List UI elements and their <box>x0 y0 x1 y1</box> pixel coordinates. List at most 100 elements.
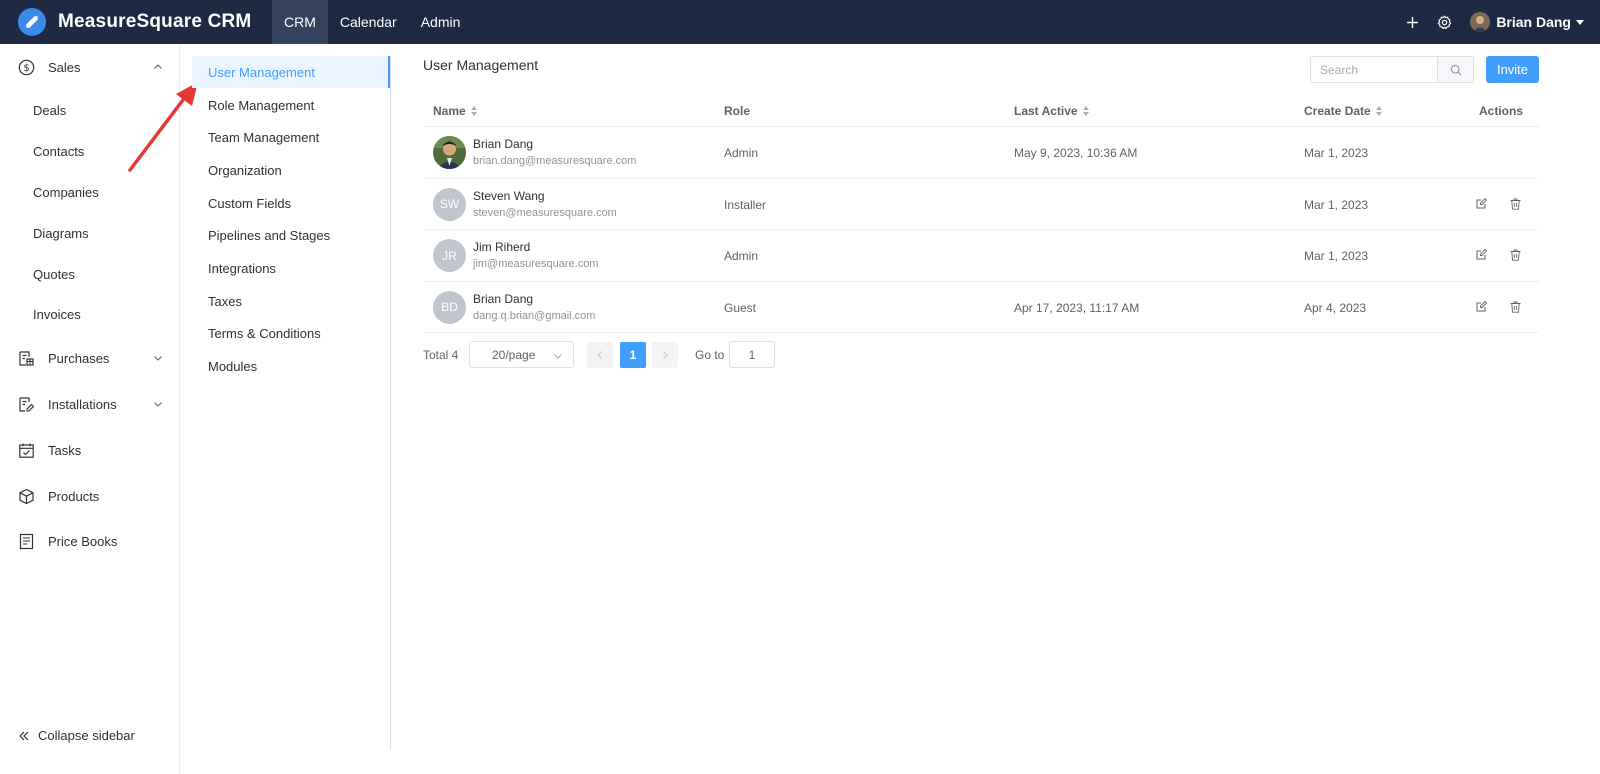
user-create-date: Mar 1, 2023 <box>1304 146 1369 160</box>
box-icon <box>19 488 34 505</box>
user-role: Admin <box>724 146 759 160</box>
edit-icon[interactable] <box>1476 197 1487 209</box>
user-name: Brian Dang <box>473 291 534 306</box>
double-chevron-left-icon <box>19 731 29 740</box>
pagination: Total 4 20/page 1 Go to <box>423 341 823 368</box>
table-row: SW Steven Wang steven@measuresquare.com … <box>423 179 1539 230</box>
search-icon <box>1450 64 1461 75</box>
page-size-select[interactable]: 20/page <box>469 341 574 368</box>
sort-icon[interactable] <box>1375 106 1382 116</box>
user-email: dang.q.brian@gmail.com <box>473 309 596 322</box>
search-input[interactable] <box>1311 57 1437 82</box>
column-header-create-date[interactable]: Create Date <box>1304 104 1382 118</box>
caret-down-icon <box>1576 19 1584 25</box>
top-bar: MeasureSquare CRM CRM Calendar Admin Bri… <box>0 0 1600 44</box>
pagination-total: Total 4 <box>423 348 459 362</box>
user-role: Guest <box>724 300 757 315</box>
sidebar-item-label: Products <box>48 488 100 504</box>
admin-menu-taxes[interactable]: Taxes <box>192 285 390 317</box>
dollar-circle-icon: $ <box>18 59 35 76</box>
column-header-label: Role <box>724 104 751 118</box>
user-avatar <box>1470 12 1491 32</box>
user-name: Steven Wang <box>473 188 545 203</box>
sidebar-item-diagrams[interactable]: Diagrams <box>0 218 180 248</box>
user-menu[interactable]: Brian Dang <box>1470 12 1584 32</box>
app-title: MeasureSquare CRM <box>58 11 252 32</box>
sidebar-item-price-books[interactable]: Price Books <box>0 526 180 556</box>
column-header-label: Name <box>433 104 466 118</box>
user-email: brian.dang@measuresquare.com <box>473 155 637 167</box>
edit-icon[interactable] <box>1476 249 1487 260</box>
goto-page-input[interactable] <box>729 341 775 368</box>
user-create-date: Mar 1, 2023 <box>1304 197 1369 212</box>
column-header-label: Actions <box>1479 104 1524 118</box>
search-button[interactable] <box>1437 57 1473 82</box>
column-header-actions: Actions <box>1479 104 1523 118</box>
admin-menu-modules[interactable]: Modules <box>192 350 390 382</box>
user-role: Admin <box>724 249 759 263</box>
page-size-value: 20/page <box>492 347 536 362</box>
admin-menu-custom-fields[interactable]: Custom Fields <box>192 187 390 219</box>
admin-menu-team-management[interactable]: Team Management <box>192 121 390 153</box>
topnav-calendar[interactable]: Calendar <box>328 0 409 44</box>
table-row: JR Jim Riherd jim@measuresquare.com Admi… <box>423 230 1539 282</box>
admin-menu-user-management[interactable]: User Management <box>192 56 390 88</box>
user-create-date: Apr 4, 2023 <box>1304 300 1367 315</box>
installations-icon <box>19 397 35 412</box>
admin-menu-organization[interactable]: Organization <box>192 154 390 186</box>
admin-menu-terms-conditions[interactable]: Terms & Conditions <box>192 317 390 349</box>
brand[interactable]: MeasureSquare CRM <box>0 0 272 44</box>
column-header-last-active[interactable]: Last Active <box>1014 104 1089 118</box>
edit-icon[interactable] <box>1476 300 1487 312</box>
table-row: BD Brian Dang dang.q.brian@gmail.com Gue… <box>423 282 1539 333</box>
user-name: Jim Riherd <box>473 240 531 254</box>
page-number-button[interactable]: 1 <box>620 342 646 368</box>
sidebar-item-label: Price Books <box>48 533 118 549</box>
admin-menu-pipelines-and-stages[interactable]: Pipelines and Stages <box>192 219 390 251</box>
collapse-sidebar-button[interactable]: Collapse sidebar <box>18 728 135 743</box>
delete-icon[interactable] <box>1510 249 1521 261</box>
top-nav: CRM Calendar Admin <box>272 0 472 44</box>
user-email: jim@measuresquare.com <box>473 258 599 270</box>
topnav-crm[interactable]: CRM <box>272 0 328 44</box>
sidebar-item-installations[interactable]: Installations <box>0 389 180 419</box>
admin-menu-role-management[interactable]: Role Management <box>192 89 390 121</box>
chevron-down-icon <box>554 354 562 359</box>
purchases-icon <box>19 351 34 366</box>
admin-menu-integrations[interactable]: Integrations <box>192 252 390 284</box>
invite-button[interactable]: Invite <box>1486 56 1539 83</box>
table-row: Brian Dang brian.dang@measuresquare.com … <box>423 127 1539 179</box>
search-box <box>1310 56 1474 83</box>
plus-icon[interactable] <box>1406 16 1419 29</box>
collapse-sidebar-label: Collapse sidebar <box>38 728 135 743</box>
sidebar-item-label: Installations <box>48 396 117 412</box>
user-last-active: May 9, 2023, 10:36 AM <box>1014 146 1138 160</box>
user-photo <box>433 136 466 169</box>
calendar-check-icon <box>19 443 34 458</box>
sort-icon[interactable] <box>470 106 477 116</box>
table-header: Name Role Last Active Create Date Action… <box>423 94 1539 127</box>
goto-label: Go to <box>695 348 725 362</box>
sidebar-item-invoices[interactable]: Invoices <box>0 299 180 329</box>
delete-icon[interactable] <box>1510 198 1521 210</box>
sidebar-item-tasks[interactable]: Tasks <box>0 435 180 465</box>
sort-icon[interactable] <box>1082 106 1089 116</box>
sidebar-item-label: Purchases <box>48 350 110 366</box>
sidebar-item-purchases[interactable]: Purchases <box>0 343 180 373</box>
gear-icon[interactable] <box>1437 15 1452 30</box>
sidebar-item-companies[interactable]: Companies <box>0 177 180 207</box>
chevron-down-icon <box>154 402 162 407</box>
sidebar-item-label: Diagrams <box>33 225 89 241</box>
next-page-button[interactable] <box>652 342 678 368</box>
avatar: BD <box>433 290 466 324</box>
delete-icon[interactable] <box>1510 301 1521 313</box>
topnav-admin[interactable]: Admin <box>409 0 473 44</box>
sidebar-item-label: Invoices <box>33 306 81 322</box>
sidebar-item-quotes[interactable]: Quotes <box>0 259 180 289</box>
avatar: JR <box>433 239 466 272</box>
svg-text:$: $ <box>23 63 29 74</box>
sidebar-item-products[interactable]: Products <box>0 481 180 511</box>
prev-page-button[interactable] <box>587 342 613 368</box>
column-header-label: Create Date <box>1304 104 1371 118</box>
column-header-name[interactable]: Name <box>433 104 477 118</box>
